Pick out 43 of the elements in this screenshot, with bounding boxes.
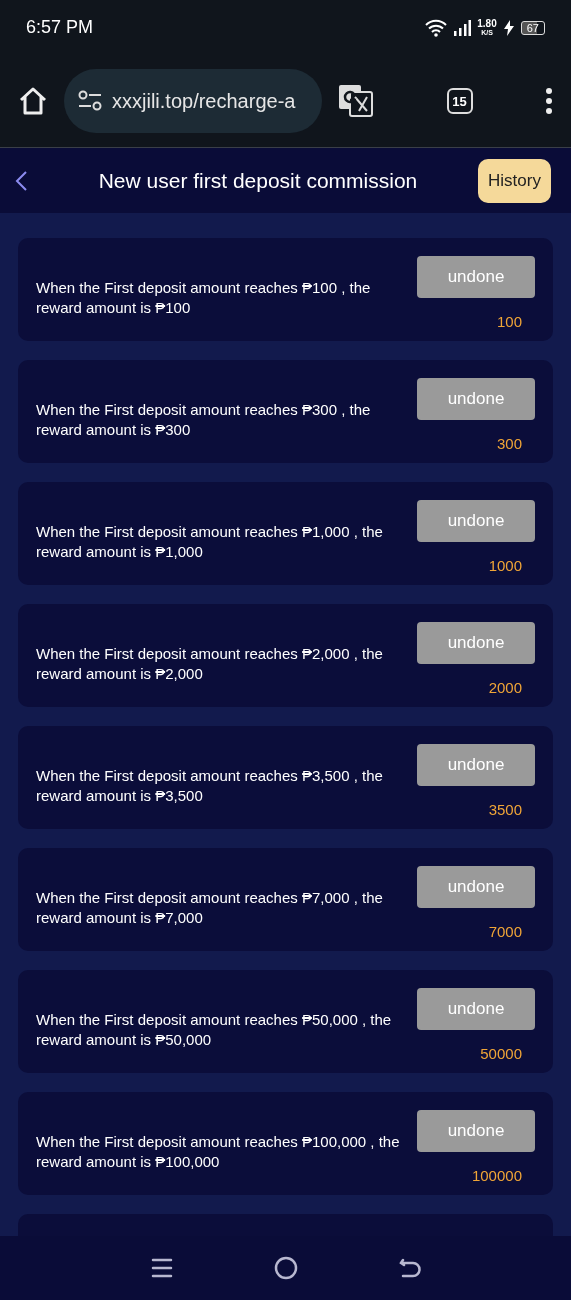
reward-amount: 3500 xyxy=(488,801,522,818)
reward-description: When the First deposit amount reaches ₱3,500 , the reward amount is ₱3,500 xyxy=(36,766,384,806)
status-button[interactable]: undone xyxy=(417,866,535,908)
page-title: New user first deposit commission xyxy=(97,167,419,194)
wifi-icon xyxy=(425,18,448,37)
back-icon[interactable] xyxy=(14,169,28,192)
status-button[interactable]: undone xyxy=(417,744,535,786)
status-button[interactable]: undone xyxy=(417,500,535,542)
reward-description: When the First deposit amount reaches ₱7,000 , the reward amount is ₱7,000 xyxy=(36,888,384,928)
address-bar[interactable]: xxxjili.top/recharge-a xyxy=(64,69,322,133)
reward-amount: 50000 xyxy=(480,1045,522,1062)
reward-description: When the First deposit amount reaches ₱100 , the reward amount is ₱100 xyxy=(36,278,372,318)
reward-amount: 100000 xyxy=(471,1167,522,1184)
menu-icon[interactable] xyxy=(150,1257,173,1279)
reward-amount: 100 xyxy=(496,313,522,330)
reward-description: When the First deposit amount reaches ₱100,000 , the reward amount is ₱100,000 xyxy=(36,1132,401,1172)
reward-description: When the First deposit amount reaches ₱50,000 , the reward amount is ₱50,000 xyxy=(36,1010,393,1050)
status-button[interactable]: undone xyxy=(417,378,535,420)
tab-count[interactable]: 15 xyxy=(446,88,473,114)
reward-amount: 2000 xyxy=(488,679,522,696)
status-button[interactable]: undone xyxy=(417,1110,535,1152)
status-button[interactable]: undone xyxy=(417,256,535,298)
status-time: 6:57 PM xyxy=(26,17,94,38)
reward-amount: 300 xyxy=(496,435,522,452)
url-text: xxxjili.top/recharge-a xyxy=(112,89,296,113)
home-icon[interactable] xyxy=(18,86,48,116)
network-speed: 1.80 xyxy=(477,19,497,29)
back-arrow-icon[interactable] xyxy=(398,1257,421,1279)
battery-indicator: 67 xyxy=(520,20,545,35)
site-settings-icon[interactable] xyxy=(78,90,102,112)
charging-icon xyxy=(502,19,515,36)
status-button[interactable]: undone xyxy=(417,988,535,1030)
home-circle-icon[interactable] xyxy=(273,1256,298,1280)
reward-description: When the First deposit amount reaches ₱300 , the reward amount is ₱300 xyxy=(36,400,372,440)
reward-amount: 1000 xyxy=(488,557,522,574)
translate-icon[interactable] xyxy=(338,84,374,118)
history-button[interactable]: History xyxy=(478,158,551,203)
more-icon[interactable] xyxy=(545,88,553,114)
signal-icon xyxy=(453,19,472,36)
status-button[interactable]: undone xyxy=(417,622,535,664)
reward-description: When the First deposit amount reaches ₱1,000 , the reward amount is ₱1,000 xyxy=(36,522,384,562)
reward-amount: 7000 xyxy=(488,923,522,940)
reward-description: When the First deposit amount reaches ₱2,000 , the reward amount is ₱2,000 xyxy=(36,644,384,684)
